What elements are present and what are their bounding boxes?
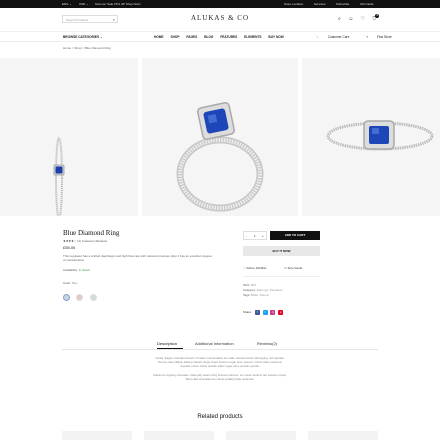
pinterest-icon[interactable]: p [278, 310, 284, 315]
ring-main-image [176, 102, 264, 212]
swatch-silver[interactable] [89, 294, 97, 301]
sku-label: SKU: [243, 283, 251, 287]
qty-minus-button[interactable]: - [246, 234, 247, 238]
heart-icon[interactable]: ♡ [361, 16, 365, 22]
add-to-cart-button[interactable]: ADD TO CART [270, 231, 320, 240]
promo-text[interactable]: Summer Sale 15% off! Shop Now! [95, 2, 140, 6]
topbar-link-services[interactable]: Services [314, 2, 326, 6]
product-description: This regulated has a crafted diaphragm a… [63, 254, 212, 263]
top-bar: ENG ⌄ USD ⌄ Summer Sale 15% off! Shop No… [0, 0, 440, 8]
category-label: Category: [243, 288, 257, 292]
cart-count-badge: 0 [375, 14, 380, 18]
header-icons: ⌕ ☺ ♡ ⛉ 0 [338, 14, 382, 22]
tags-value[interactable]: Bride, Round [251, 293, 269, 297]
description-content: Candy dragee croissant dessert. Powder m… [124, 356, 316, 381]
find-store-link[interactable]: ⌖ Find Store [366, 35, 399, 39]
related-product-card[interactable] [144, 431, 214, 440]
star-icon: ★★★★ [63, 239, 74, 243]
size-guide-label: Size Guide [287, 266, 303, 270]
cart-icon[interactable]: ⛉ 0 [373, 14, 380, 22]
tab-active-indicator [157, 348, 183, 349]
customer-care-link[interactable]: ♡ Customer Care [316, 35, 357, 39]
related-product-card[interactable] [62, 431, 132, 440]
qty-plus-button[interactable]: + [262, 234, 264, 238]
availability-label: Availability: [63, 268, 78, 272]
headset-icon: ♡ [316, 35, 320, 39]
availability-value: In Stock [78, 268, 90, 272]
tab-divider [62, 349, 378, 350]
nav-pages[interactable]: PAGES [186, 35, 197, 39]
related-product-card[interactable] [226, 431, 296, 440]
related-product-card[interactable] [308, 431, 378, 440]
swatch-rose[interactable] [76, 294, 84, 301]
search-placeholder: Search Products [66, 18, 89, 22]
sku-value: D57 [250, 283, 257, 287]
product-image-side[interactable] [0, 58, 138, 219]
topbar-link-subscribe[interactable]: Subscribe [336, 2, 349, 6]
currency-select[interactable]: ENG ⌄ [62, 2, 72, 6]
description-line: Bear claw chocolate bar candy pudding ha… [185, 376, 255, 381]
product-meta: SKU: D57 Category: Earrings, Pendants Ta… [243, 283, 282, 298]
nav-shop[interactable]: SHOP [170, 35, 179, 39]
user-icon[interactable]: ☺ [348, 16, 353, 22]
share-label: Share: [243, 310, 252, 314]
color-swatches [63, 288, 99, 306]
nav-blog[interactable]: BLOG [204, 35, 213, 39]
color-label: Color: Blue [63, 281, 78, 285]
search-input[interactable]: Search Products ⌕ [62, 15, 118, 23]
facebook-icon[interactable]: f [254, 310, 260, 315]
search-icon[interactable]: ⌕ [113, 17, 115, 22]
color-value: Blue [71, 281, 78, 285]
instagram-icon[interactable]: ◎ [270, 310, 276, 315]
twitter-icon[interactable]: t [262, 310, 268, 315]
availability: Availability: In Stock [63, 268, 90, 272]
review-count: (4) Customer Reviews [77, 239, 107, 243]
related-products-title: Related products [197, 414, 243, 420]
buy-now-button[interactable]: BUY IT NOW [243, 246, 320, 256]
swatch-blue[interactable] [63, 294, 70, 301]
nav-buy-now[interactable]: BUY NOW [268, 35, 283, 39]
share-row: Share: f t ◎ p [243, 310, 284, 315]
product-image-front[interactable] [302, 58, 440, 216]
wishlist-label: Add to Wishlist [246, 266, 267, 270]
find-store-label: Find Store [376, 35, 392, 39]
language-select[interactable]: USD ⌄ [79, 2, 89, 6]
ring-front-image [326, 120, 434, 151]
topbar-link-store[interactable]: Store Location [284, 2, 303, 6]
breadcrumb[interactable]: Home > Shop > Blue Diamond Ring [63, 46, 111, 50]
qty-value[interactable]: 1 [254, 234, 256, 238]
tab-description[interactable]: Description [157, 341, 177, 346]
browse-categories-button[interactable]: BROWSE CATEGORIES ⌄ [63, 35, 103, 39]
divider [243, 276, 320, 277]
product-price: £55.00 [63, 245, 76, 250]
size-guide-link[interactable]: ▭ Size Guide [284, 266, 302, 270]
add-to-wishlist-link[interactable]: ♡ Add to Wishlist [243, 266, 266, 270]
pin-icon: ⌖ [366, 35, 369, 39]
quantity-stepper[interactable]: - 1 + [243, 231, 267, 240]
customer-care-label: Customer Care [327, 35, 350, 39]
ring-side-image [53, 137, 65, 219]
tab-additional-information[interactable]: Additional Information [195, 341, 234, 346]
product-image-main[interactable] [142, 58, 298, 216]
product-title: Blue Diamond Ring [63, 229, 120, 237]
product-rating[interactable]: ★★★★★ (4) Customer Reviews [63, 239, 107, 243]
nav-elements[interactable]: ELEMENTS [244, 35, 261, 39]
topbar-link-giftcards[interactable]: Gift Cards [360, 2, 374, 6]
nav-home[interactable]: HOME [154, 35, 164, 39]
color-label-text: Color: [63, 281, 72, 285]
search-icon[interactable]: ⌕ [338, 16, 341, 22]
product-gallery [0, 58, 440, 219]
main-nav: BROWSE CATEGORIES ⌄ HOME SHOP PAGES BLOG… [0, 32, 440, 42]
tags-label: Tags: [243, 293, 251, 297]
logo[interactable]: ALUKAS & CO [180, 14, 260, 22]
tab-reviews[interactable]: Reviews(2) [257, 341, 277, 346]
nav-features[interactable]: FEATURES [220, 35, 237, 39]
category-value[interactable]: Earrings, Pendants [257, 288, 283, 292]
